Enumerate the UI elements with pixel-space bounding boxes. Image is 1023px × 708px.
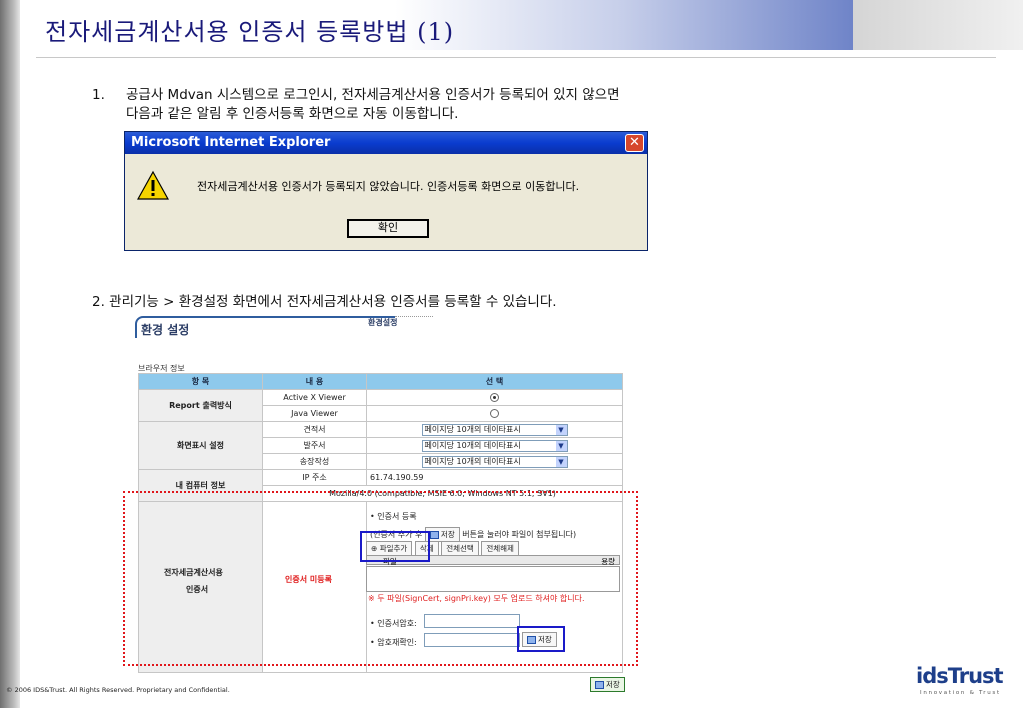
logo-text: idsTrust <box>916 664 1004 688</box>
option-name: 송장작성 <box>262 453 367 470</box>
table-header-row: 항 목 내 용 선 택 <box>138 373 623 390</box>
display-label: 화면표시 설정 <box>138 421 263 470</box>
column-header: 선 택 <box>366 373 623 390</box>
settings-breadcrumb: 환경설정 <box>368 318 398 327</box>
title-divider <box>36 57 996 58</box>
column-header: 내 용 <box>262 373 367 390</box>
select-cell: 페이지당 10개의 데이타표시 ▼ <box>366 437 623 454</box>
select-value: 페이지당 10개의 데이타표시 <box>424 424 521 434</box>
step1-line2: 다음과 같은 알림 후 인증서등록 화면으로 자동 이동합니다. <box>126 106 459 122</box>
column-header: 항 목 <box>138 373 263 390</box>
warning-icon <box>137 170 169 200</box>
java-radio[interactable] <box>490 409 499 418</box>
settings-header: 환경 설정 <box>141 323 190 337</box>
dialog-message: 전자세금계산서용 인증서가 등록되지 않았습니다. 인증서등록 화면으로 이동합… <box>197 180 580 193</box>
invoice-select[interactable]: 페이지당 10개의 데이타표시 ▼ <box>421 455 568 468</box>
step1-number: 1. <box>92 87 105 103</box>
radio-cell <box>366 405 623 422</box>
ip-value: 61.74.190.59 <box>366 469 623 486</box>
footer-copyright: © 2006 IDS&Trust. All Rights Reserved. P… <box>6 686 230 694</box>
alert-dialog: Microsoft Internet Explorer ✕ 전자세금계산서용 인… <box>124 131 648 251</box>
report-label: Report 출력방식 <box>138 389 263 422</box>
radio-cell <box>366 389 623 406</box>
dialog-title: Microsoft Internet Explorer <box>125 132 647 154</box>
save-icon <box>595 681 604 689</box>
highlight-save <box>517 626 565 652</box>
table-row: Report 출력방식 Active X Viewer <box>138 389 623 422</box>
highlight-add-file <box>360 531 430 562</box>
save-label: 저장 <box>606 680 620 689</box>
bottom-save-button[interactable]: 저장 <box>590 677 625 692</box>
select-value: 페이지당 10개의 데이타표시 <box>424 456 521 466</box>
ok-button[interactable]: 확인 <box>347 219 429 238</box>
step1-line1: 공급사 Mdvan 시스템으로 로그인시, 전자세금계산서용 인증서가 등록되어… <box>126 87 620 103</box>
option-name: 발주서 <box>262 437 367 454</box>
ip-label: IP 주소 <box>262 469 367 486</box>
table-row: 내 컴퓨터 정보 IP 주소 61.74.190.59 <box>138 469 623 502</box>
select-cell: 페이지당 10개의 데이타표시 ▼ <box>366 421 623 438</box>
order-select[interactable]: 페이지당 10개의 데이타표시 ▼ <box>421 439 568 452</box>
select-cell: 페이지당 10개의 데이타표시 ▼ <box>366 453 623 470</box>
table-row: 화면표시 설정 견적서 페이지당 10개의 데이타표시 ▼ <box>138 421 623 470</box>
step2-text: 2. 관리기능 > 환경설정 화면에서 전자세금계산서용 인증서를 등록할 수 … <box>92 294 557 310</box>
option-name: Active X Viewer <box>262 389 367 406</box>
left-gradient-bar <box>0 0 20 708</box>
company-logo: idsTrust <box>916 664 1004 688</box>
breadcrumb-divider <box>395 316 433 317</box>
close-icon[interactable]: ✕ <box>625 134 644 152</box>
option-name: 견적서 <box>262 421 367 438</box>
option-name: Java Viewer <box>262 405 367 422</box>
page-title: 전자세금계산서용 인증서 등록방법 (1) <box>45 18 455 46</box>
title-band-right <box>853 0 1023 50</box>
activex-radio[interactable] <box>490 393 499 402</box>
select-value: 페이지당 10개의 데이타표시 <box>424 440 521 450</box>
chevron-down-icon: ▼ <box>555 424 567 435</box>
logo-tagline: Innovation & Trust <box>920 690 1001 696</box>
estimate-select[interactable]: 페이지당 10개의 데이타표시 ▼ <box>421 423 568 436</box>
chevron-down-icon: ▼ <box>555 440 567 451</box>
chevron-down-icon: ▼ <box>555 456 567 467</box>
step1-text: 공급사 Mdvan 시스템으로 로그인시, 전자세금계산서용 인증서가 등록되어… <box>126 86 766 124</box>
